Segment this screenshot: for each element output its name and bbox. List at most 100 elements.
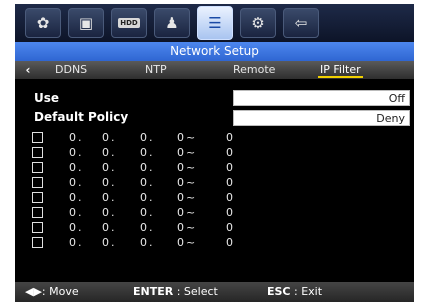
ip-filter-row: 0.0.0.0 ~0 [31, 205, 251, 220]
ip-octet-o3[interactable]: 0 [140, 160, 147, 175]
ip-octet-o1[interactable]: 0 [69, 235, 76, 250]
ip-filter-row: 0.0.0.0 ~0 [31, 220, 251, 235]
menu-icon-hdd[interactable]: HDD [111, 8, 147, 38]
ip-separator: . [111, 131, 115, 144]
tab-remote[interactable]: Remote [233, 61, 275, 79]
ip-octet-start[interactable]: 0 [177, 175, 184, 190]
tab-ddns[interactable]: DDNS [55, 61, 87, 79]
ip-octet-start[interactable]: 0 [177, 160, 184, 175]
ip-octet-o3[interactable]: 0 [140, 145, 147, 160]
ip-filter-row: 0.0.0.0 ~0 [31, 190, 251, 205]
tab-bar: ‹ DDNS NTP Remote IP Filter [15, 61, 414, 79]
ip-octet-o2[interactable]: 0 [102, 190, 109, 205]
ip-separator: . [111, 161, 115, 174]
ip-separator: . [111, 191, 115, 204]
ip-separator: ~ [186, 191, 196, 204]
menu-icon-system[interactable]: ⚙ [240, 8, 276, 38]
ip-octet-o3[interactable]: 0 [140, 175, 147, 190]
ip-octet-start[interactable]: 0 [177, 190, 184, 205]
ip-filter-row: 0.0.0.0 ~0 [31, 175, 251, 190]
ip-octet-o2[interactable]: 0 [102, 145, 109, 160]
ip-separator: . [111, 221, 115, 234]
ip-octet-o3[interactable]: 0 [140, 205, 147, 220]
ip-octet-end[interactable]: 0 [226, 205, 233, 220]
ip-octet-end[interactable]: 0 [226, 145, 233, 160]
tab-ip-filter[interactable]: IP Filter [318, 61, 363, 79]
users-icon: ♟ [165, 14, 179, 32]
hint-exit-label: : Exit [290, 285, 323, 298]
hint-select: ENTER : Select [133, 282, 218, 302]
ip-octet-o2[interactable]: 0 [102, 205, 109, 220]
menu-icon-exit[interactable]: ⇦ [283, 8, 319, 38]
default-policy-select[interactable]: Deny [233, 110, 410, 126]
ip-separator: . [149, 191, 153, 204]
ip-octet-start[interactable]: 0 [177, 220, 184, 235]
ip-separator: . [149, 176, 153, 189]
tab-ntp[interactable]: NTP [145, 61, 167, 79]
ip-octet-o1[interactable]: 0 [69, 145, 76, 160]
ip-octet-o1[interactable]: 0 [69, 190, 76, 205]
menu-icon-bar: ✿ ▣ HDD ♟ ☰ ⚙ ⇦ [15, 4, 414, 42]
ip-octet-end[interactable]: 0 [226, 220, 233, 235]
ip-octet-o3[interactable]: 0 [140, 130, 147, 145]
ip-octet-o3[interactable]: 0 [140, 235, 147, 250]
ip-separator: . [111, 176, 115, 189]
ip-octet-o3[interactable]: 0 [140, 220, 147, 235]
ip-filter-checkbox[interactable] [32, 192, 43, 203]
ip-separator: . [78, 206, 82, 219]
menu-icon-users[interactable]: ♟ [154, 8, 190, 38]
ip-octet-o2[interactable]: 0 [102, 130, 109, 145]
tab-left-arrow-icon[interactable]: ‹ [21, 61, 35, 79]
menu-icon-monitor[interactable]: ▣ [68, 8, 104, 38]
ip-separator: ~ [186, 161, 196, 174]
ip-filter-checkbox[interactable] [32, 237, 43, 248]
ip-filter-checkbox[interactable] [32, 207, 43, 218]
use-select[interactable]: Off [233, 90, 410, 106]
ip-filter-checkbox[interactable] [32, 222, 43, 233]
exit-icon: ⇦ [294, 14, 308, 32]
ip-filter-checkbox[interactable] [32, 132, 43, 143]
ip-separator: ~ [186, 131, 196, 144]
ip-octet-o1[interactable]: 0 [69, 175, 76, 190]
ip-octet-start[interactable]: 0 [177, 235, 184, 250]
ip-octet-o2[interactable]: 0 [102, 235, 109, 250]
hint-exit-key: ESC [267, 285, 291, 298]
left-right-arrow-icon: ◀▶ [25, 285, 42, 298]
ip-octet-o2[interactable]: 0 [102, 160, 109, 175]
system-icon: ⚙ [251, 14, 265, 32]
ip-octet-end[interactable]: 0 [226, 160, 233, 175]
ip-octet-end[interactable]: 0 [226, 235, 233, 250]
ip-octet-o2[interactable]: 0 [102, 175, 109, 190]
ip-separator: . [111, 206, 115, 219]
ip-filter-checkbox[interactable] [32, 177, 43, 188]
ip-octet-o1[interactable]: 0 [69, 160, 76, 175]
ip-separator: . [111, 236, 115, 249]
ip-octet-o1[interactable]: 0 [69, 220, 76, 235]
ip-separator: . [78, 161, 82, 174]
ip-octet-start[interactable]: 0 [177, 145, 184, 160]
menu-icon-network[interactable]: ☰ [197, 6, 233, 40]
ip-separator: . [149, 131, 153, 144]
ip-octet-o1[interactable]: 0 [69, 205, 76, 220]
ip-octet-end[interactable]: 0 [226, 175, 233, 190]
ip-separator: . [78, 221, 82, 234]
ip-octet-o2[interactable]: 0 [102, 220, 109, 235]
ip-separator: . [78, 176, 82, 189]
ip-octet-o3[interactable]: 0 [140, 190, 147, 205]
ip-separator: . [78, 191, 82, 204]
menu-icon-gear[interactable]: ✿ [25, 8, 61, 38]
ip-separator: . [149, 221, 153, 234]
ip-octet-o1[interactable]: 0 [69, 130, 76, 145]
dvr-screen: ✿ ▣ HDD ♟ ☰ ⚙ ⇦ Network Setup ‹ DDNS NTP… [15, 4, 414, 302]
ip-octet-end[interactable]: 0 [226, 130, 233, 145]
ip-octet-start[interactable]: 0 [177, 205, 184, 220]
ip-octet-end[interactable]: 0 [226, 190, 233, 205]
ip-filter-checkbox[interactable] [32, 147, 43, 158]
hint-move-label: : Move [41, 285, 79, 298]
ip-separator: ~ [186, 176, 196, 189]
ip-filter-row: 0.0.0.0 ~0 [31, 160, 251, 175]
ip-octet-start[interactable]: 0 [177, 130, 184, 145]
ip-separator: ~ [186, 221, 196, 234]
ip-separator: . [78, 236, 82, 249]
ip-filter-checkbox[interactable] [32, 162, 43, 173]
